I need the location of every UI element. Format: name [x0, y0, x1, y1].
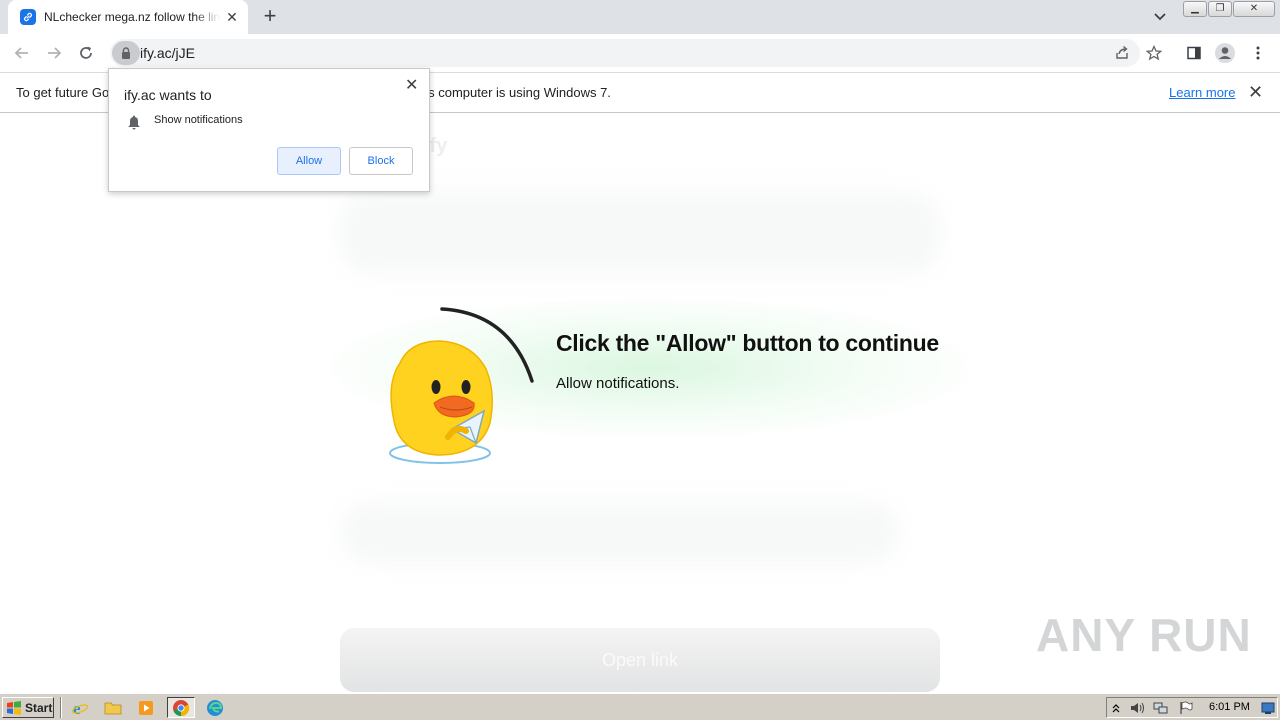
tab-close-icon[interactable]: ✕: [224, 9, 240, 25]
forward-button[interactable]: [40, 40, 68, 66]
tab-active[interactable]: NLchecker mega.nz follow the link — ✕: [8, 0, 248, 34]
volume-icon[interactable]: [1129, 701, 1145, 715]
lock-icon[interactable]: [112, 41, 140, 65]
learn-more-link[interactable]: Learn more: [1169, 85, 1235, 100]
prompt-title: ify.ac wants to: [124, 87, 212, 103]
bookmark-star-icon[interactable]: [1144, 44, 1164, 62]
taskbar-separator: [60, 697, 62, 718]
page-subtext: Allow notifications.: [556, 375, 680, 392]
restore-button[interactable]: ❐: [1208, 1, 1232, 17]
file-explorer-icon[interactable]: [101, 697, 125, 718]
window-close-button[interactable]: ✕: [1233, 1, 1275, 17]
chrome-icon[interactable]: [167, 697, 195, 718]
notification-permission-prompt: ify.ac wants to ✕ Show notifications All…: [108, 68, 430, 192]
new-tab-button[interactable]: +: [258, 5, 282, 28]
network-icon[interactable]: [1153, 701, 1169, 715]
arrow-right-icon: [48, 47, 62, 59]
start-label: Start: [25, 700, 53, 715]
address-bar[interactable]: ify.ac/jJE: [110, 39, 1162, 67]
anyrun-watermark: ANY RUN: [1036, 608, 1252, 662]
windows-taskbar: Start e 6:01 PM: [0, 693, 1280, 720]
side-panel-icon[interactable]: [1182, 41, 1206, 65]
infobar-close-icon[interactable]: ✕: [1248, 82, 1263, 103]
prompt-close-icon[interactable]: ✕: [405, 75, 418, 95]
browser-toolbar: ify.ac/jJE: [0, 34, 1280, 72]
permission-label: Show notifications: [154, 114, 243, 126]
allow-button[interactable]: Allow: [277, 147, 341, 175]
page-content: Ify Click the "Allow" button to continue…: [0, 113, 1280, 693]
share-icon[interactable]: [1112, 44, 1132, 62]
url-text[interactable]: ify.ac/jJE: [140, 45, 195, 61]
edge-icon[interactable]: [203, 697, 227, 718]
profile-avatar-icon[interactable]: [1213, 41, 1237, 65]
link-icon: [20, 9, 36, 25]
start-button[interactable]: Start: [2, 697, 54, 718]
open-link-button[interactable]: Open link: [340, 628, 940, 692]
menu-kebab-icon[interactable]: [1246, 41, 1270, 65]
back-button[interactable]: [8, 40, 36, 66]
blurred-block-top: [340, 193, 940, 273]
windows-logo-icon: [7, 700, 21, 715]
tray-expand-icon[interactable]: [1111, 701, 1121, 715]
block-button[interactable]: Block: [349, 147, 413, 175]
tab-strip: NLchecker mega.nz follow the link — ✕ + …: [0, 0, 1280, 34]
duck-mascot-icon: [389, 307, 534, 464]
internet-explorer-icon[interactable]: e: [68, 697, 92, 718]
minimize-button[interactable]: ▁: [1183, 1, 1207, 17]
reload-button[interactable]: [72, 40, 100, 66]
chevron-down-icon[interactable]: [1150, 8, 1170, 26]
tab-title: NLchecker mega.nz follow the link —: [44, 10, 220, 24]
clock: 6:01 PM: [1209, 701, 1250, 713]
infobar-message-end: is computer is using Windows 7.: [425, 85, 611, 100]
show-desktop-icon[interactable]: [1261, 701, 1275, 715]
infobar-message-start: To get future Go: [16, 85, 110, 100]
system-tray: 6:01 PM: [1106, 697, 1278, 718]
blurred-block-bottom: [340, 503, 900, 563]
arrow-left-icon: [14, 47, 28, 59]
action-center-flag-icon[interactable]: [1179, 701, 1193, 715]
page-heading: Click the "Allow" button to continue: [556, 330, 939, 356]
reload-icon: [80, 46, 92, 59]
watermark-text: ANY RUN: [1036, 609, 1252, 661]
media-player-icon[interactable]: [134, 697, 158, 718]
bell-icon: [128, 115, 140, 130]
